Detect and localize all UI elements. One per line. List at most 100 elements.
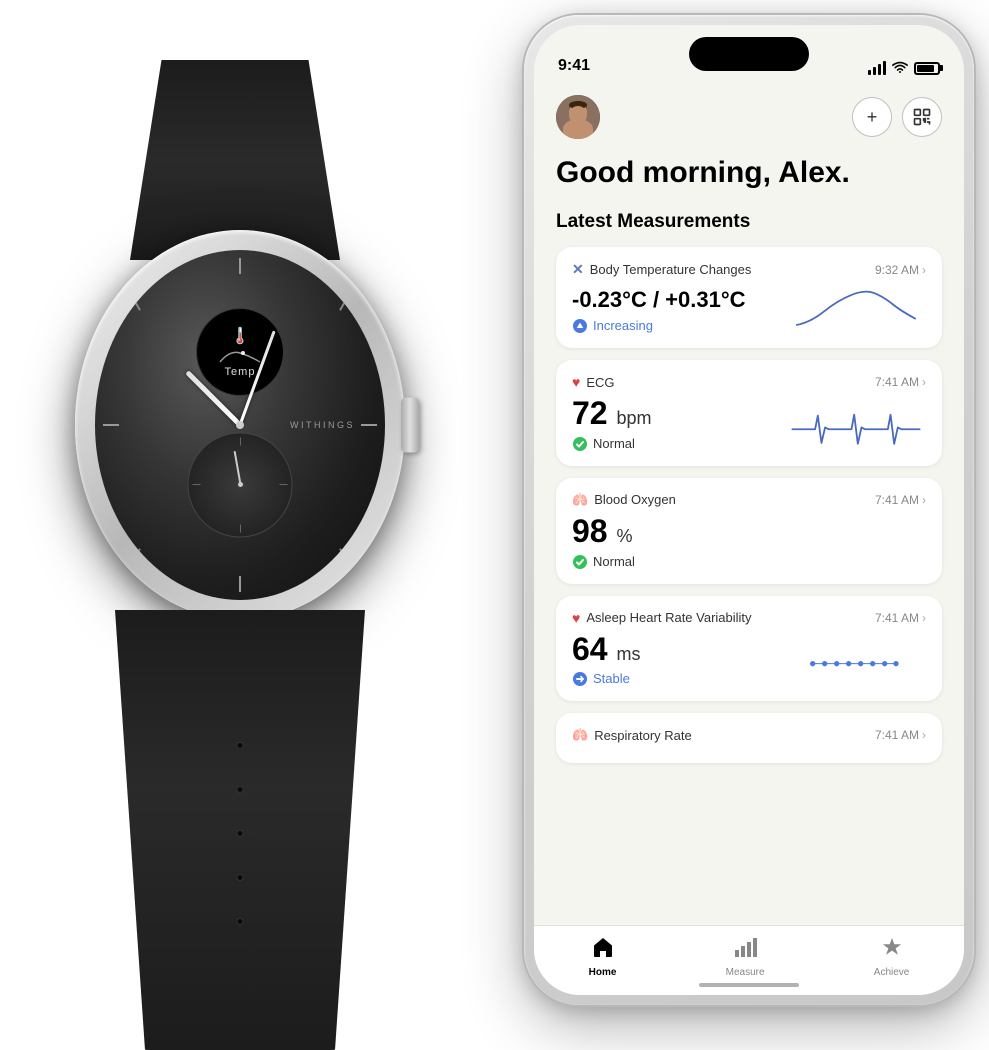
signal-bar-2: [873, 67, 876, 75]
ecg-title: ECG: [586, 375, 614, 390]
respiratory-card[interactable]: 🫁 Respiratory Rate 7:41 AM ›: [556, 713, 942, 763]
watch-dial: 🌡️ Temp: [95, 250, 385, 600]
hrv-value-area: 64 ms Stable: [572, 632, 786, 688]
ecg-time-value: 7:41 AM: [875, 375, 919, 389]
brand-text: WITHINGS: [290, 420, 355, 430]
greeting: Good morning, Alex.: [556, 155, 942, 191]
ecg-icon: ♥: [572, 374, 580, 390]
spo2-time-value: 7:41 AM: [875, 493, 919, 507]
spo2-value: 98 %: [572, 514, 926, 549]
signal-bars: [868, 61, 886, 75]
card-title-row-spo2: 🫁 Blood Oxygen: [572, 492, 676, 508]
signal-bar-4: [883, 61, 886, 75]
hrv-value: 64 ms: [572, 632, 786, 667]
phone-frame: 9:41: [524, 15, 974, 1005]
temp-card-icon: ✕: [572, 261, 584, 278]
temp-label: Temp: [225, 366, 256, 378]
temp-time-value: 9:32 AM: [875, 263, 919, 277]
ecg-card[interactable]: ♥ ECG 7:41 AM › 72 bpm: [556, 360, 942, 466]
wifi-icon: [892, 61, 908, 75]
ecg-value-area: 72 bpm Normal: [572, 396, 786, 452]
temp-card-value: -0.23°C / +0.31°C: [572, 287, 786, 313]
resp-time-value: 7:41 AM: [875, 728, 919, 742]
spo2-status: Normal: [572, 553, 926, 570]
resp-time: 7:41 AM ›: [875, 728, 926, 742]
ecg-chevron: ›: [922, 375, 926, 389]
measure-icon: [733, 936, 757, 964]
status-icons: [868, 61, 940, 75]
battery-icon: [914, 62, 940, 75]
increasing-icon: [572, 317, 588, 334]
spo2-normal-icon: [572, 553, 588, 570]
app-content[interactable]: + Good morning, Alex.: [534, 83, 964, 925]
temp-chart: [786, 284, 926, 334]
card-header-spo2: 🫁 Blood Oxygen 7:41 AM ›: [572, 492, 926, 508]
add-button[interactable]: +: [852, 97, 892, 137]
body-temp-card[interactable]: ✕ Body Temperature Changes 9:32 AM › -0.…: [556, 247, 942, 348]
scan-button[interactable]: [902, 97, 942, 137]
card-title-row-resp: 🫁 Respiratory Rate: [572, 727, 692, 743]
avatar[interactable]: [556, 95, 600, 139]
resp-chevron: ›: [922, 728, 926, 742]
spo2-value-area: 98 % Normal: [572, 514, 926, 570]
app-header: +: [556, 83, 942, 147]
hrv-stable-label: Stable: [593, 671, 630, 686]
tab-measure[interactable]: Measure: [726, 936, 765, 978]
card-header-temp: ✕ Body Temperature Changes 9:32 AM ›: [572, 261, 926, 278]
spo2-chevron: ›: [922, 493, 926, 507]
temp-chevron: ›: [922, 263, 926, 277]
ecg-value: 72 bpm: [572, 396, 786, 431]
watch-strap-bottom: [115, 610, 365, 1050]
card-header-ecg: ♥ ECG 7:41 AM ›: [572, 374, 926, 390]
phone: 9:41: [524, 15, 974, 1005]
ecg-normal-icon: [572, 435, 588, 452]
card-title-row-ecg: ♥ ECG: [572, 374, 614, 390]
hrv-chevron: ›: [922, 611, 926, 625]
home-icon: [591, 936, 615, 964]
measure-label: Measure: [726, 967, 765, 978]
increasing-label: Increasing: [593, 318, 653, 333]
hrv-card[interactable]: ♥ Asleep Heart Rate Variability 7:41 AM …: [556, 596, 942, 702]
phone-screen: 9:41: [534, 25, 964, 995]
spo2-title: Blood Oxygen: [594, 492, 676, 507]
signal-bar-1: [868, 70, 871, 75]
temp-card-body: -0.23°C / +0.31°C Increasing: [572, 284, 926, 334]
achieve-icon: [880, 936, 904, 964]
dynamic-island: [689, 37, 809, 71]
temp-value-area: -0.23°C / +0.31°C Increasing: [572, 285, 786, 334]
hrv-chart: [786, 637, 926, 687]
hrv-card-body: 64 ms Stable: [572, 632, 926, 688]
tab-home[interactable]: Home: [589, 936, 617, 978]
hrv-time: 7:41 AM ›: [875, 611, 926, 625]
ecg-card-body: 72 bpm Normal: [572, 396, 926, 452]
spo2-normal-label: Normal: [593, 554, 635, 569]
card-header-resp: 🫁 Respiratory Rate 7:41 AM ›: [572, 727, 926, 743]
section-title: Latest Measurements: [556, 211, 942, 233]
watch-crown: [401, 398, 419, 453]
blood-oxygen-card[interactable]: 🫁 Blood Oxygen 7:41 AM › 98 %: [556, 478, 942, 584]
tab-achieve[interactable]: Achieve: [874, 936, 910, 978]
sub-dial: [188, 432, 293, 537]
ecg-chart: [786, 402, 926, 452]
temp-card-status: Increasing: [572, 317, 786, 334]
status-time: 9:41: [558, 57, 590, 75]
spo2-time: 7:41 AM ›: [875, 493, 926, 507]
spo2-icon: 🫁: [572, 492, 588, 508]
ecg-normal-label: Normal: [593, 436, 635, 451]
resp-icon: 🫁: [572, 727, 588, 743]
achieve-label: Achieve: [874, 967, 910, 978]
temp-card-time: 9:32 AM ›: [875, 263, 926, 277]
card-title-row-hrv: ♥ Asleep Heart Rate Variability: [572, 610, 752, 626]
card-title-row-temp: ✕ Body Temperature Changes: [572, 261, 751, 278]
mini-display: 🌡️ Temp: [196, 308, 284, 396]
battery-fill: [917, 65, 934, 72]
spo2-card-body: 98 % Normal: [572, 514, 926, 570]
home-indicator: [699, 983, 799, 987]
ecg-time: 7:41 AM ›: [875, 375, 926, 389]
card-header-hrv: ♥ Asleep Heart Rate Variability 7:41 AM …: [572, 610, 926, 626]
signal-bar-3: [878, 64, 881, 75]
watch-case-container: 🌡️ Temp: [75, 230, 405, 620]
hrv-status: Stable: [572, 671, 786, 688]
temp-card-title: Body Temperature Changes: [590, 262, 752, 277]
hrv-title: Asleep Heart Rate Variability: [586, 610, 751, 625]
